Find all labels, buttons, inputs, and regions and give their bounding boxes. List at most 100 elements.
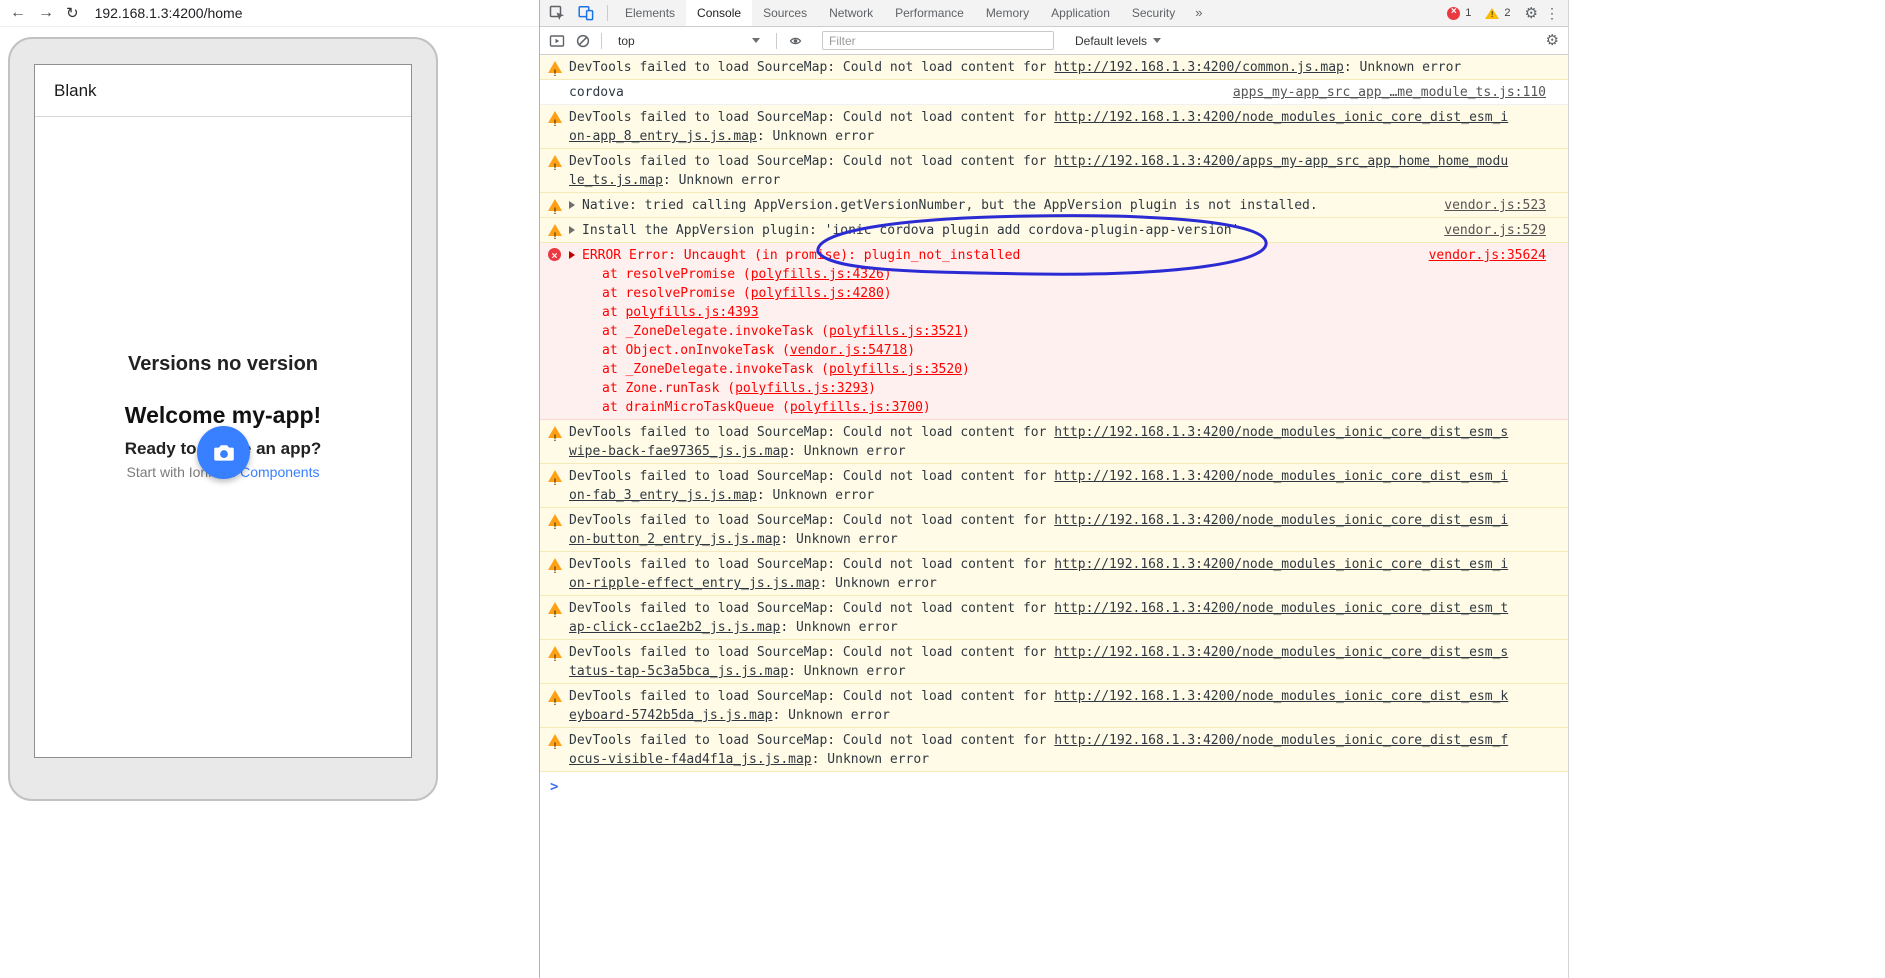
stack-frame: at drainMicroTaskQueue (polyfills.js:370… <box>569 398 1512 417</box>
divider <box>607 5 608 21</box>
console-message: DevTools failed to load SourceMap: Could… <box>540 640 1568 684</box>
warning-icon <box>548 470 562 492</box>
stack-source-link[interactable]: polyfills.js:4393 <box>625 305 758 320</box>
settings-gear-icon[interactable]: ⚙ <box>1525 6 1538 21</box>
error-count-icon[interactable] <box>1447 6 1461 20</box>
context-selector[interactable]: top <box>613 30 765 52</box>
message-text: DevTools failed to load SourceMap: Could… <box>569 731 1512 769</box>
tab-security[interactable]: Security <box>1121 0 1186 26</box>
warning-count-icon[interactable] <box>1485 7 1500 19</box>
console-toolbar-right: ⚙ <box>1537 33 1559 48</box>
console-message: DevTools failed to load SourceMap: Could… <box>540 105 1568 149</box>
message-text: ERROR Error: Uncaught (in promise): plug… <box>569 246 1512 417</box>
device-toolbar-icon[interactable] <box>578 5 594 21</box>
stack-source-link[interactable]: polyfills.js:3700 <box>790 400 923 415</box>
tab-performance[interactable]: Performance <box>884 0 975 26</box>
expand-caret-icon[interactable] <box>569 251 575 259</box>
console-message: DevTools failed to load SourceMap: Could… <box>540 464 1568 508</box>
tab-elements[interactable]: Elements <box>614 0 686 26</box>
message-text: DevTools failed to load SourceMap: Could… <box>569 687 1512 725</box>
console-settings-gear-icon[interactable]: ⚙ <box>1546 33 1559 48</box>
stack-text: ) <box>962 362 970 377</box>
error-count: 1 <box>1465 7 1472 19</box>
message-body-text: cordova <box>569 85 624 100</box>
camera-fab-button[interactable] <box>197 426 250 479</box>
tab-console[interactable]: Console <box>686 0 753 26</box>
log-levels-dropdown[interactable]: Default levels <box>1075 34 1162 48</box>
stack-text: at resolvePromise ( <box>602 286 751 301</box>
devtools-menu-icon[interactable]: ⋮ <box>1543 5 1561 22</box>
message-suffix: : Unknown error <box>772 708 890 723</box>
device-frame: Blank Versions no version Welcome my-app… <box>8 37 438 801</box>
console-filter-input[interactable] <box>822 31 1054 50</box>
source-location-link[interactable]: vendor.js:529 <box>1444 221 1546 240</box>
stack-source-link[interactable]: polyfills.js:3520 <box>829 362 962 377</box>
live-expression-eye-icon[interactable] <box>788 35 803 47</box>
console-message: Native: tried calling AppVersion.getVers… <box>540 193 1568 221</box>
message-suffix: : Unknown error <box>788 664 906 679</box>
app-welcome-text: Welcome my-app! <box>124 402 322 428</box>
warning-icon <box>548 514 562 536</box>
message-prefix: DevTools failed to load SourceMap: Could… <box>569 557 1055 572</box>
warning-icon <box>548 602 562 624</box>
stack-text: ) <box>868 381 876 396</box>
more-tabs-icon[interactable]: » <box>1186 0 1211 26</box>
console-prompt-row[interactable]: > <box>540 772 1568 796</box>
devtools-panel: Elements Console Sources Network Performance… <box>539 0 1569 978</box>
message-suffix: : Unknown error <box>819 576 937 591</box>
expand-caret-icon[interactable] <box>569 226 575 234</box>
browser-left-pane: ← → ↻ 192.168.1.3:4200/home Blank Versio… <box>0 0 539 978</box>
stack-source-link[interactable]: polyfills.js:4326 <box>751 267 884 282</box>
clear-console-icon[interactable] <box>576 34 590 48</box>
stack-text: at _ZoneDelegate.invokeTask ( <box>602 362 829 377</box>
source-location-link[interactable]: vendor.js:523 <box>1444 196 1546 215</box>
stack-frame: at _ZoneDelegate.invokeTask (polyfills.j… <box>569 322 1512 341</box>
stack-source-link[interactable]: polyfills.js:3293 <box>735 381 868 396</box>
console-message: DevTools failed to load SourceMap: Could… <box>540 420 1568 464</box>
address-bar[interactable]: 192.168.1.3:4200/home <box>95 5 243 21</box>
stack-text: at <box>602 305 626 320</box>
expand-caret-icon[interactable] <box>569 201 575 209</box>
stack-frame: at resolvePromise (polyfills.js:4280) <box>569 284 1512 303</box>
browser-toolbar: ← → ↻ 192.168.1.3:4200/home <box>0 0 539 27</box>
back-icon[interactable]: ← <box>10 5 26 21</box>
message-text: DevTools failed to load SourceMap: Could… <box>569 467 1512 505</box>
warning-icon <box>548 426 562 448</box>
message-suffix: : Unknown error <box>1343 60 1462 75</box>
stack-text: ) <box>962 324 970 339</box>
tab-memory[interactable]: Memory <box>975 0 1040 26</box>
tab-application[interactable]: Application <box>1040 0 1121 26</box>
message-prefix: DevTools failed to load SourceMap: Could… <box>569 645 1055 660</box>
console-sidebar-icon[interactable] <box>549 34 565 48</box>
stack-frame: at Object.onInvokeTask (vendor.js:54718) <box>569 341 1512 360</box>
stack-source-link[interactable]: polyfills.js:3521 <box>829 324 962 339</box>
tab-sources[interactable]: Sources <box>752 0 818 26</box>
stack-text: ) <box>883 286 892 301</box>
message-prefix: DevTools failed to load SourceMap: Could… <box>569 110 1055 125</box>
forward-icon[interactable]: → <box>38 5 54 21</box>
sourcemap-url-link[interactable]: http://192.168.1.3:4200/common.js.map <box>1054 60 1344 75</box>
message-text: Install the AppVersion plugin: 'ionic co… <box>569 221 1512 240</box>
source-location-link[interactable]: apps_my-app_src_app_…me_module_ts.js:110 <box>1233 83 1546 102</box>
stack-source-link[interactable]: polyfills.js:4280 <box>751 286 884 301</box>
stack-text: ) <box>883 267 892 282</box>
message-text: DevTools failed to load SourceMap: Could… <box>569 511 1512 549</box>
stack-source-link[interactable]: vendor.js:54718 <box>790 343 907 358</box>
warning-icon <box>548 734 562 756</box>
stack-text: ) <box>922 400 931 415</box>
warning-icon <box>548 199 562 221</box>
warning-icon <box>548 646 562 668</box>
message-suffix: : Unknown error <box>780 532 898 547</box>
source-location-link[interactable]: vendor.js:35624 <box>1429 246 1546 265</box>
tab-network[interactable]: Network <box>818 0 884 26</box>
message-prefix: DevTools failed to load SourceMap: Could… <box>569 733 1055 748</box>
warning-icon <box>548 690 562 712</box>
reload-icon[interactable]: ↻ <box>66 6 79 21</box>
message-prefix: DevTools failed to load SourceMap: Could… <box>569 513 1055 528</box>
stack-text: at Object.onInvokeTask ( <box>602 343 790 358</box>
devtools-tabs: Elements Console Sources Network Performance… <box>614 0 1186 26</box>
warning-icon <box>548 61 562 83</box>
message-body-text: Install the AppVersion plugin: 'ionic co… <box>582 223 1240 238</box>
inspect-element-icon[interactable] <box>549 5 565 21</box>
stack-text: at Zone.runTask ( <box>602 381 736 396</box>
